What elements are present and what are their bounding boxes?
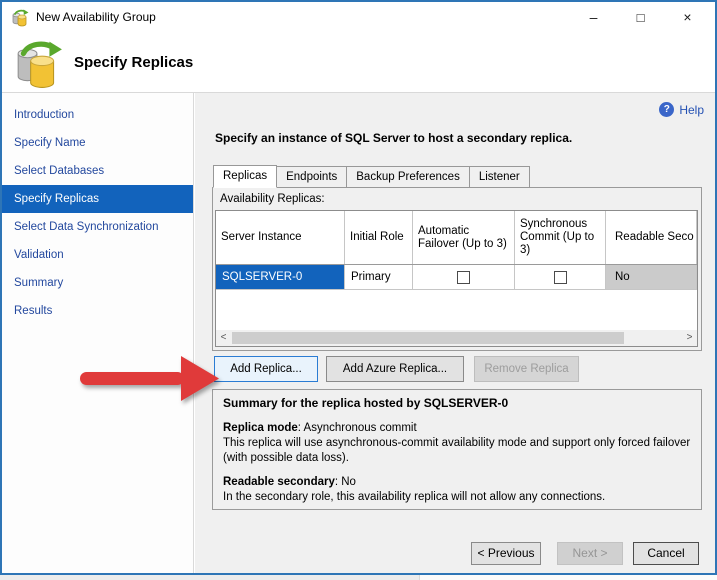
replica-mode-description: This replica will use asynchronous-commi… bbox=[223, 437, 691, 464]
wizard-header: Specify Replicas bbox=[2, 33, 715, 93]
add-replica-button[interactable]: Add Replica... bbox=[214, 356, 318, 382]
cell-automatic-failover[interactable] bbox=[413, 265, 515, 289]
window-controls: – □ × bbox=[570, 2, 711, 33]
cell-initial-role: Primary bbox=[345, 265, 413, 289]
tab-endpoints[interactable]: Endpoints bbox=[277, 166, 348, 188]
maximize-button[interactable]: □ bbox=[617, 2, 664, 33]
scrollbar-thumb[interactable] bbox=[232, 332, 624, 344]
sidebar-item-validation[interactable]: Validation bbox=[2, 241, 193, 269]
summary-heading: Summary for the replica hosted by SQLSER… bbox=[223, 396, 509, 410]
red-annotation-arrow bbox=[80, 356, 219, 401]
sidebar-item-select-databases[interactable]: Select Databases bbox=[2, 157, 193, 185]
background-sliver bbox=[0, 575, 717, 580]
availability-group-icon bbox=[12, 9, 29, 27]
column-header-initial-role: Initial Role bbox=[345, 211, 413, 264]
help-link[interactable]: ? Help bbox=[659, 102, 704, 117]
add-azure-replica-button[interactable]: Add Azure Replica... bbox=[326, 356, 464, 382]
sidebar-item-introduction[interactable]: Introduction bbox=[2, 101, 193, 129]
previous-button[interactable]: < Previous bbox=[471, 542, 541, 565]
cell-readable-secondary[interactable]: No bbox=[606, 265, 697, 289]
column-header-readable-secondary: Readable Seco bbox=[606, 211, 697, 264]
column-header-synchronous-commit: Synchronous Commit (Up to 3) bbox=[515, 211, 606, 264]
readable-secondary-label: Readable secondary bbox=[223, 476, 335, 488]
cell-server-instance[interactable]: SQLSERVER-0 bbox=[216, 265, 345, 289]
availability-replicas-label: Availability Replicas: bbox=[220, 193, 325, 205]
readable-secondary-value: : No bbox=[334, 476, 356, 488]
sidebar-item-results[interactable]: Results bbox=[2, 297, 193, 325]
replica-row-sqlserver-0[interactable]: SQLSERVER-0 Primary No bbox=[216, 265, 697, 290]
sidebar-item-specify-name[interactable]: Specify Name bbox=[2, 129, 193, 157]
close-button[interactable]: × bbox=[664, 2, 711, 33]
tab-backup-preferences[interactable]: Backup Preferences bbox=[347, 166, 470, 188]
sidebar-item-specify-replicas[interactable]: Specify Replicas bbox=[2, 185, 193, 213]
availability-replicas-grid[interactable]: Server Instance Initial Role Automatic F… bbox=[215, 210, 698, 347]
readable-secondary-description: In the secondary role, this availability… bbox=[223, 491, 606, 503]
tab-listener[interactable]: Listener bbox=[469, 166, 530, 188]
main-panel: ? Help Specify an instance of SQL Server… bbox=[195, 93, 715, 573]
horizontal-scrollbar[interactable]: < > bbox=[216, 330, 697, 346]
tab-replicas[interactable]: Replicas bbox=[213, 165, 278, 188]
help-label: Help bbox=[679, 102, 704, 117]
sidebar-item-select-data-synchronization[interactable]: Select Data Synchronization bbox=[2, 213, 193, 241]
page-title: Specify Replicas bbox=[74, 54, 194, 71]
wizard-steps-sidebar: Introduction Specify Name Select Databas… bbox=[2, 93, 194, 573]
title-bar[interactable]: New Availability Group – □ × bbox=[2, 2, 715, 33]
replica-mode-label: Replica mode bbox=[223, 422, 298, 434]
cancel-button[interactable]: Cancel bbox=[633, 542, 699, 565]
window-title: New Availability Group bbox=[36, 10, 156, 24]
scrollbar-track[interactable] bbox=[231, 330, 682, 346]
remove-replica-button[interactable]: Remove Replica bbox=[474, 356, 579, 382]
new-availability-group-window: New Availability Group – □ × Specify Rep… bbox=[0, 0, 717, 575]
replica-summary-box: Summary for the replica hosted by SQLSER… bbox=[212, 389, 702, 510]
replica-mode-value: : Asynchronous commit bbox=[297, 422, 417, 434]
column-header-server-instance: Server Instance bbox=[216, 211, 345, 264]
tab-strip: Replicas Endpoints Backup Preferences Li… bbox=[213, 165, 530, 188]
grid-empty-area bbox=[216, 290, 697, 330]
replica-mode-line: Replica mode: Asynchronous commit bbox=[223, 421, 691, 436]
column-header-automatic-failover: Automatic Failover (Up to 3) bbox=[413, 211, 515, 264]
minimize-button[interactable]: – bbox=[570, 2, 617, 33]
sidebar-item-summary[interactable]: Summary bbox=[2, 269, 193, 297]
replicas-tab-page: Availability Replicas: Server Instance I… bbox=[212, 187, 702, 351]
grid-header-row: Server Instance Initial Role Automatic F… bbox=[216, 211, 697, 265]
next-button[interactable]: Next > bbox=[557, 542, 623, 565]
automatic-failover-checkbox[interactable] bbox=[457, 270, 470, 284]
scroll-right-icon[interactable]: > bbox=[682, 330, 697, 346]
cell-synchronous-commit[interactable] bbox=[515, 265, 606, 289]
scroll-left-icon[interactable]: < bbox=[216, 330, 231, 346]
help-icon: ? bbox=[659, 102, 675, 117]
screenshot-canvas: New Availability Group – □ × Specify Rep… bbox=[0, 0, 717, 580]
instruction-text: Specify an instance of SQL Server to hos… bbox=[215, 131, 573, 145]
readable-secondary-line: Readable secondary: No bbox=[223, 475, 691, 490]
synchronous-commit-checkbox[interactable] bbox=[553, 270, 567, 284]
specify-replicas-icon bbox=[17, 41, 62, 88]
